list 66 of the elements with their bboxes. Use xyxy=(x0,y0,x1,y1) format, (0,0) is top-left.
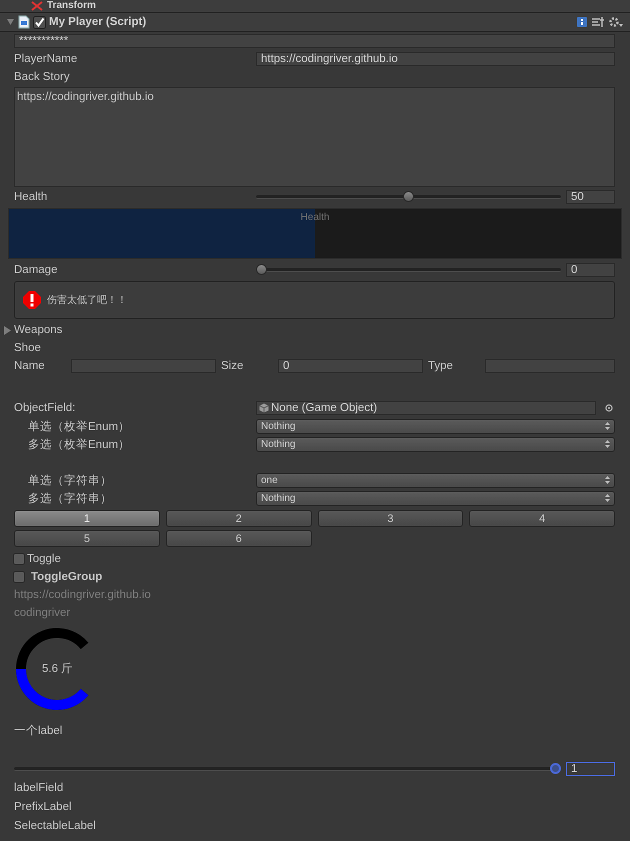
checkbox-label: ToggleGroup xyxy=(31,571,102,583)
field-label: 单选（枚举Enum） xyxy=(27,419,132,434)
slider-thumb[interactable] xyxy=(256,264,267,275)
settings-icon[interactable] xyxy=(608,16,624,28)
disabled-text: codingriver xyxy=(14,606,72,621)
field-label: Name xyxy=(14,360,46,372)
field-label: 多选（字符串） xyxy=(27,491,113,506)
toolbar-button[interactable]: 3 xyxy=(318,510,464,527)
enable-checkbox[interactable] xyxy=(33,16,46,28)
field-label: Size xyxy=(221,360,244,372)
slider-track[interactable] xyxy=(256,191,561,203)
field-label: Damage xyxy=(14,264,58,276)
foldout-arrow-icon[interactable] xyxy=(3,326,12,334)
slider-track[interactable] xyxy=(256,264,561,276)
script-file-icon xyxy=(18,15,30,29)
label-text: SelectableLabel xyxy=(14,819,97,834)
checkbox[interactable] xyxy=(13,571,25,583)
foldout-label[interactable]: Weapons xyxy=(14,324,62,336)
slider-track[interactable] xyxy=(14,763,561,775)
field-label: 多选（枚举Enum） xyxy=(27,437,132,452)
text-area[interactable]: https://codingriver.github.io xyxy=(14,87,615,187)
dropdown-arrows-icon xyxy=(605,440,610,448)
gauge-reading: 5.6 斤 xyxy=(42,662,74,676)
dropdown[interactable]: Nothing xyxy=(256,418,615,434)
component-title: Transform xyxy=(47,0,96,12)
password-field[interactable]: *********** xyxy=(14,34,615,48)
foldout-arrow-icon[interactable] xyxy=(6,18,15,26)
toolbar-button[interactable]: 2 xyxy=(166,510,312,527)
checkbox[interactable] xyxy=(13,553,25,565)
dropdown[interactable]: one xyxy=(256,472,615,488)
cube-icon xyxy=(259,403,269,413)
error-icon xyxy=(23,291,41,309)
disabled-text: https://codingriver.github.io xyxy=(14,588,152,603)
checkbox-label: Toggle xyxy=(27,553,61,565)
field-label: PlayerName xyxy=(14,53,78,65)
number-field[interactable]: 0 xyxy=(566,263,615,277)
field-label: 单选（字符串） xyxy=(27,473,113,488)
text-field[interactable]: 0 xyxy=(278,359,423,373)
toolbar-button[interactable]: 6 xyxy=(166,530,312,547)
label-text: PrefixLabel xyxy=(14,800,73,815)
dropdown-arrows-icon xyxy=(605,494,610,502)
dropdown-arrows-icon xyxy=(605,476,610,484)
dropdown-arrows-icon xyxy=(605,422,610,430)
dropdown[interactable]: Nothing xyxy=(256,436,615,452)
field-label: ObjectField: xyxy=(14,402,76,414)
section-label: Shoe xyxy=(14,342,41,354)
field-label: Back Story xyxy=(14,71,71,83)
preset-icon[interactable] xyxy=(591,16,605,28)
field-label: Health xyxy=(14,191,48,203)
help-message: 伤害太低了吧！！ xyxy=(47,294,127,307)
field-label: Type xyxy=(428,360,454,372)
toolbar-button[interactable]: 5 xyxy=(14,530,160,547)
progress-label: Health xyxy=(300,212,330,223)
toolbar-button[interactable]: 1 xyxy=(14,510,160,527)
object-field[interactable]: None (Game Object) xyxy=(256,401,596,415)
help-icon[interactable] xyxy=(576,16,588,28)
text-field[interactable]: https://codingriver.github.io xyxy=(256,52,615,66)
dropdown[interactable]: Nothing xyxy=(256,490,615,506)
component-title: My Player (Script) xyxy=(49,16,146,28)
label-text: 一个label xyxy=(14,724,64,739)
label-text: labelField xyxy=(14,781,64,796)
slider-thumb[interactable] xyxy=(403,191,414,202)
number-field[interactable]: 50 xyxy=(566,190,615,204)
toolbar-button[interactable]: 4 xyxy=(469,510,615,527)
slider-thumb[interactable] xyxy=(550,763,561,774)
number-field[interactable]: 1 xyxy=(566,762,615,776)
